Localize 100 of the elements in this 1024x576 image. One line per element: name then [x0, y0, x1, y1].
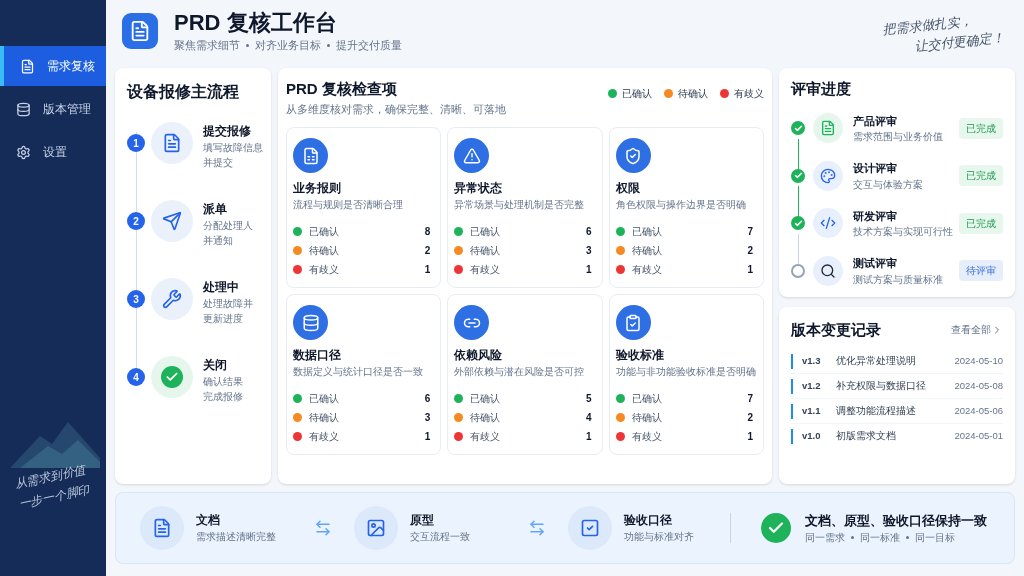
stage-title: 测试评审 [853, 256, 898, 271]
logo-icon [122, 13, 158, 49]
step-description: 更新进度 [203, 312, 244, 326]
summary-title: 文档、原型、验收口径保持一致 [805, 511, 987, 530]
status-count: 1 [586, 263, 592, 277]
legend-label: 已确认 [622, 87, 652, 101]
status-count: 2 [424, 244, 431, 258]
stage-title: 研发评审 [853, 208, 898, 224]
stage-title: 产品评审 [853, 113, 898, 129]
step-title: 处理中 [203, 279, 240, 296]
card-title: PRD 复核检查项 [286, 79, 398, 99]
search-icon [813, 255, 843, 286]
card-title: 版本变更记录 [791, 319, 881, 340]
step-description: 处理故障并 [203, 297, 253, 311]
card-subtitle: 从多维度核对需求，确保完整、清晰、可落地 [286, 101, 506, 117]
clipboard-check-icon [615, 305, 651, 340]
change-description: 优化异常处理说明 [836, 353, 916, 368]
palette-icon [813, 160, 843, 191]
status-count: 2 [747, 411, 753, 425]
align-title: 文档 [196, 512, 221, 528]
status-label: 有歧义 [631, 263, 662, 277]
check-description: 异常场景与处理机制是否完整 [454, 198, 586, 212]
step-description: 并通知 [203, 234, 234, 248]
sidebar-item[interactable]: 需求复核 [0, 46, 106, 86]
change-date: 2024-05-10 [954, 353, 1003, 368]
status-count: 1 [424, 430, 431, 444]
document-icon [140, 506, 184, 550]
summary-point: 同一标准 [860, 531, 900, 546]
check-description: 功能与非功能验收标准是否明确 [615, 365, 757, 379]
version-label: v1.3 [802, 353, 822, 368]
summary-point: 同一需求 [805, 531, 845, 546]
status-count: 3 [586, 244, 592, 258]
status-label: 已确认 [470, 225, 501, 239]
status-tag: 已完成 [959, 117, 1003, 139]
status-count: 5 [586, 392, 592, 406]
status-label: 有歧义 [470, 263, 501, 277]
status-label: 有歧义 [309, 430, 339, 444]
status-label: 已确认 [631, 392, 662, 406]
status-label: 已确认 [309, 392, 339, 406]
legend-label: 待确认 [678, 87, 708, 101]
double-arrow-icon [528, 519, 546, 537]
link-icon [454, 305, 490, 340]
summary-point: 同一目标 [915, 531, 955, 546]
step-description: 填写故障信息 [203, 141, 263, 155]
sidebar-item[interactable]: 设置 [0, 132, 106, 172]
status-count: 8 [424, 225, 431, 239]
step-title: 关闭 [203, 357, 228, 374]
legend-label: 有歧义 [734, 87, 764, 101]
status-label: 待确认 [309, 244, 339, 258]
image-icon [354, 506, 398, 550]
checkbox-icon [568, 506, 612, 550]
status-label: 已确认 [631, 225, 662, 239]
change-date: 2024-05-08 [954, 378, 1003, 393]
status-label: 待确认 [309, 411, 339, 425]
card-title: 评审进度 [791, 79, 852, 99]
document-icon [162, 133, 182, 153]
subtitle-text: 对齐业务目标 [255, 37, 321, 53]
step-description: 确认结果 [203, 375, 243, 389]
status-tag: 待评审 [959, 260, 1003, 282]
status-tag: 已完成 [959, 212, 1003, 234]
align-description: 需求描述清晰完整 [196, 530, 277, 545]
stage-description: 交互与体验方案 [853, 177, 923, 192]
align-title: 验收口径 [624, 512, 673, 528]
check-description: 数据定义与统计口径是否一致 [293, 365, 424, 379]
check-description: 流程与规则是否清晰合理 [293, 198, 404, 212]
status-count: 6 [586, 225, 592, 239]
card-title: 设备报修主流程 [127, 82, 240, 102]
status-count: 1 [424, 263, 431, 277]
subtitle-text: 提升交付质量 [336, 37, 402, 53]
database-icon [293, 305, 328, 340]
check-title: 验收标准 [615, 347, 665, 364]
check-description: 外部依赖与潜在风险是否可控 [454, 365, 586, 379]
sidebar-item[interactable]: 版本管理 [0, 89, 106, 129]
step-description: 分配处理人 [203, 219, 253, 233]
version-label: v1.2 [802, 378, 822, 393]
change-description: 补充权限与数据口径 [836, 378, 926, 393]
check-title: 依赖风险 [454, 347, 504, 364]
change-description: 初版需求文档 [836, 429, 896, 444]
status-count: 1 [586, 430, 592, 444]
success-check-icon [761, 513, 791, 543]
step-description: 并提交 [203, 156, 234, 170]
status-count: 1 [747, 263, 753, 277]
step-title: 派单 [203, 201, 228, 218]
status-label: 有歧义 [309, 263, 339, 277]
check-title: 数据口径 [293, 347, 342, 364]
stage-description: 技术方案与实现可行性 [853, 225, 953, 239]
paper-plane-icon [162, 211, 182, 231]
check-icon [165, 370, 179, 384]
wrench-icon [162, 289, 182, 309]
settings-icon [16, 144, 31, 160]
status-label: 有歧义 [470, 430, 501, 444]
status-count: 4 [586, 411, 592, 425]
status-count: 7 [747, 392, 753, 406]
step-number: 1 [127, 134, 145, 152]
double-arrow-icon [314, 519, 332, 537]
subtitle-text: 聚焦需求细节 [174, 37, 240, 53]
view-all-link[interactable]: 查看全部 [951, 322, 1003, 338]
version-label: v1.0 [802, 429, 822, 444]
version-label: v1.1 [802, 403, 822, 418]
status-label: 待确认 [470, 244, 501, 258]
